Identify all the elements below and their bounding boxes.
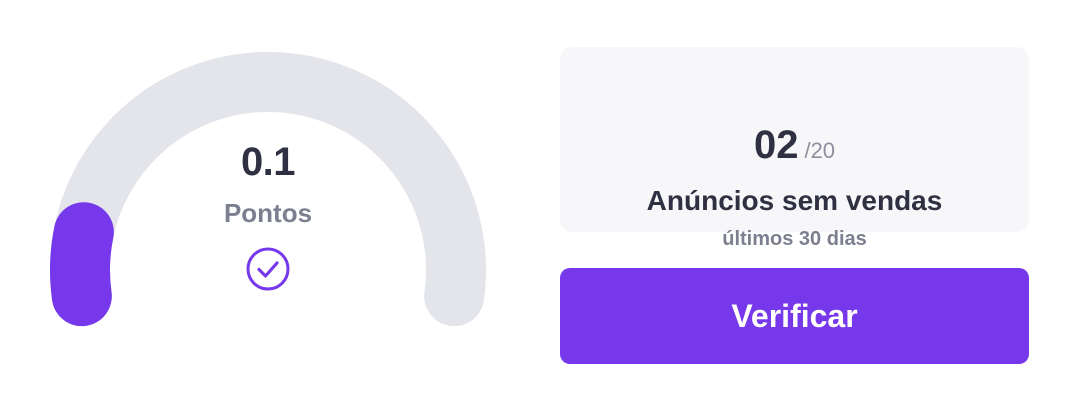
gauge-progress — [50, 202, 114, 327]
card-subtitle: últimos 30 dias — [722, 228, 867, 250]
listing-count: 02/20 — [560, 125, 1029, 165]
score-label: Pontos — [223, 198, 313, 228]
score-widget: 0.1 Pontos 02/20 Anúncios sem vendas últ… — [0, 0, 1077, 412]
listing-count-total: /20 — [804, 138, 836, 163]
card-title: Anúncios sem vendas — [646, 185, 943, 216]
unsold-listings-card: 02/20 Anúncios sem vendas últimos 30 dia… — [560, 47, 1029, 250]
score-value: 0.1 — [240, 140, 296, 184]
listing-count-value: 02 — [753, 123, 799, 167]
verify-button[interactable]: Verificar — [560, 268, 1029, 364]
score-gauge: 0.1 Pontos — [0, 0, 540, 412]
check-circle-icon — [246, 247, 290, 291]
